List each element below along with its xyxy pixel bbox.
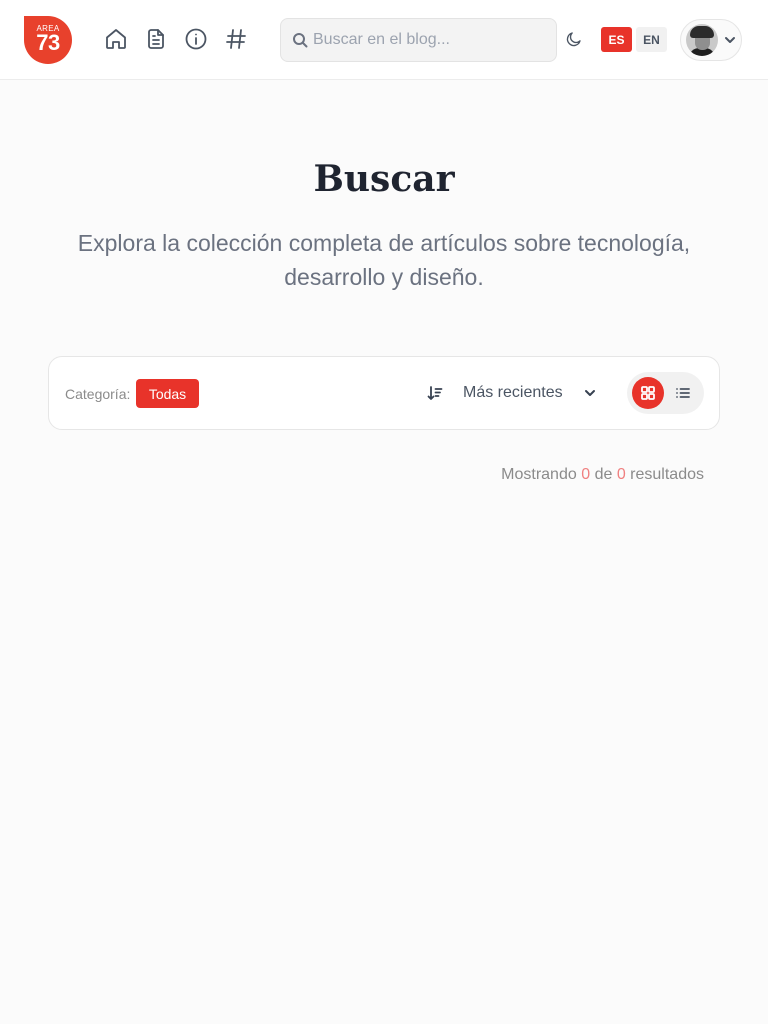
grid-view-button[interactable] [632, 377, 664, 409]
page-subtitle: Explora la colección completa de artícul… [77, 230, 691, 290]
filter-bar: Categoría: Todas Más recientes [48, 356, 720, 430]
nav-home-link[interactable] [103, 26, 129, 52]
results-middle: de [594, 466, 613, 483]
results-suffix: resultados [630, 466, 704, 483]
user-menu-button[interactable] [680, 19, 742, 61]
nav-tags-link[interactable] [223, 26, 249, 52]
category-chip-all[interactable]: Todas [136, 379, 199, 408]
results-prefix: Mostrando [501, 466, 577, 483]
grid-icon [641, 386, 655, 400]
view-mode-toggle [627, 372, 704, 414]
page-title: Buscar [313, 158, 455, 200]
hashtag-icon [226, 29, 246, 49]
category-label: Categoría: [65, 386, 131, 402]
nav-about-link[interactable] [183, 26, 209, 52]
logo-main-text: 73 [36, 30, 60, 55]
nav-articles-link[interactable] [143, 26, 169, 52]
search-box[interactable] [280, 18, 557, 62]
moon-icon [566, 32, 581, 47]
chevron-down-icon [723, 33, 737, 47]
site-header: AREA 73 ES EN [0, 0, 768, 80]
lang-es-button[interactable]: ES [601, 27, 632, 52]
search-icon [292, 32, 308, 48]
list-icon [676, 388, 690, 398]
home-icon [106, 29, 126, 49]
sort-descending-icon [427, 385, 443, 401]
sort-select-value: Más recientes [463, 384, 563, 401]
search-input[interactable] [313, 28, 543, 52]
lang-en-button[interactable]: EN [636, 27, 667, 52]
sort-select[interactable]: Más recientes [453, 375, 603, 411]
list-view-button[interactable] [667, 377, 699, 409]
document-icon [148, 29, 164, 49]
results-total: 0 [616, 466, 626, 483]
results-count: Mostrando 0 de 0 resultados [501, 466, 704, 484]
avatar [686, 24, 718, 56]
chevron-down-icon [583, 386, 597, 400]
info-icon [185, 28, 207, 50]
site-logo[interactable]: AREA 73 [24, 16, 72, 64]
results-shown: 0 [581, 466, 591, 483]
theme-toggle-button[interactable] [564, 30, 584, 50]
